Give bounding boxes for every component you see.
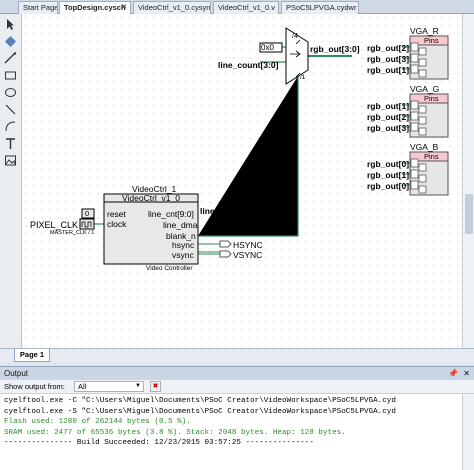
tab-label: PSoC5LPVGA.cydwr <box>286 3 357 12</box>
component-icon[interactable] <box>4 35 17 48</box>
port-row: rgb_out[1] <box>367 65 410 75</box>
clear-output-button[interactable]: ✖ <box>150 381 161 392</box>
net-vsync: VSYNC <box>233 250 263 260</box>
mux-output-net: rgb_out[3:0] <box>310 44 360 54</box>
output-line: cyelftool.exe -C "C:\Users\Miguel\Docume… <box>4 397 396 405</box>
port-row: rgb_out[2] <box>367 112 410 122</box>
psoc-creator-window: Start Page TopDesign.cysch ✕ VideoCtrl_v1… <box>0 0 474 470</box>
mux-block[interactable] <box>264 28 286 84</box>
output-panel-title-bar: Output 📌 ✕ <box>0 366 474 380</box>
port-title: VGA_R <box>410 26 439 36</box>
pin-clock: clock <box>107 219 127 229</box>
port-header: Pins <box>424 36 439 45</box>
tab-psoc5lpvga-cydwr[interactable]: PSoC5LPVGA.cydwr <box>281 1 359 14</box>
line-icon[interactable] <box>4 103 17 116</box>
close-icon[interactable]: ✕ <box>463 367 470 380</box>
output-text[interactable]: cyelftool.exe -C "C:\Users\Miguel\Docume… <box>0 394 462 470</box>
tab-page-1[interactable]: Page 1 <box>14 349 50 362</box>
pointer-icon[interactable] <box>4 18 17 31</box>
port-header: Pins <box>424 94 439 103</box>
port-row: rgb_out[0] <box>367 159 410 169</box>
port-header: Pins <box>424 152 439 161</box>
clock-label: PIXEL_CLK <box>30 220 79 230</box>
component-footer: Video Controller <box>146 265 193 272</box>
document-tab-strip: Start Page TopDesign.cysch ✕ VideoCtrl_v1… <box>0 0 474 15</box>
port-row: rgb_out[3] <box>367 54 410 64</box>
pin-line-dma: line_dma <box>163 220 198 230</box>
pin-reset: reset <box>107 209 126 219</box>
output-title: Output <box>4 369 29 378</box>
show-output-value: All <box>78 382 87 391</box>
tab-label: TopDesign.cysch <box>64 3 126 12</box>
port-row: rgb_out[1] <box>367 101 410 111</box>
chevron-down-icon: ▼ <box>135 383 141 389</box>
output-toolbar: Show output from: All ▼ ✖ <box>0 380 474 394</box>
pin-icon[interactable]: 📌 <box>448 367 458 380</box>
reset-constant: 0 <box>85 209 90 218</box>
pin-vsync: vsync <box>172 250 194 260</box>
mux-bus-width: /1 <box>300 74 306 81</box>
tab-label: VideoCtrl_v1_0.v <box>218 3 275 12</box>
pin-hsync: hsync <box>172 240 195 250</box>
port-title: VGA_G <box>410 84 440 94</box>
page-tab-bar: Page 1 <box>0 348 474 362</box>
ellipse-icon[interactable] <box>4 86 17 99</box>
tab-videoctrl-v[interactable]: VideoCtrl_v1_0.v <box>213 1 279 14</box>
show-output-label: Show output from: <box>4 382 65 391</box>
tab-topdesign[interactable]: TopDesign.cysch ✕ <box>59 1 131 15</box>
component-type: VideoCtrl_v1_0 <box>122 193 180 203</box>
tab-videoctrl-cysym[interactable]: VideoCtrl_v1_0.cysym <box>133 1 211 14</box>
scrollbar-thumb[interactable] <box>465 194 473 234</box>
mux-width-label: /4 <box>292 33 298 40</box>
rectangle-icon[interactable] <box>4 69 17 82</box>
canvas-vertical-scrollbar[interactable] <box>462 14 474 348</box>
text-icon[interactable] <box>4 137 17 150</box>
port-row: rgb_out[2] <box>367 43 410 53</box>
output-line: Flash used: 1280 of 262144 bytes (0.5 %)… <box>4 418 191 426</box>
tab-label: Start Page <box>23 3 58 12</box>
port-row: rgb_out[3] <box>367 123 410 133</box>
show-output-select[interactable]: All ▼ <box>74 381 144 392</box>
image-icon[interactable] <box>4 154 17 167</box>
output-line: SRAM used: 2477 of 65536 bytes (3.8 %). … <box>4 428 346 437</box>
output-vertical-scrollbar[interactable] <box>462 394 474 470</box>
port-row: rgb_out[0] <box>367 181 410 191</box>
arc-icon[interactable] <box>4 120 17 133</box>
clock-sub-label: MASTER_CLK / 1 <box>50 230 95 236</box>
drawing-toolbar <box>0 14 22 348</box>
pin-line-cnt: line_cnt[9:0] <box>148 209 194 219</box>
tab-start-page[interactable]: Start Page <box>18 1 58 14</box>
close-icon[interactable]: ✕ <box>121 2 127 14</box>
port-title: VGA_B <box>410 142 439 152</box>
net-line-count: line_count[9:0] <box>200 206 261 216</box>
schematic-canvas[interactable]: 0x0 /4 rgb_out[3:0] line_count[3:0] /1 V… <box>22 14 462 348</box>
tab-label: VideoCtrl_v1_0.cysym <box>138 3 211 12</box>
output-line: cyelftool.exe -S "C:\Users\Miguel\Docume… <box>4 407 396 416</box>
pixel-clock-symbol[interactable] <box>80 219 94 229</box>
wire-icon[interactable] <box>4 52 17 65</box>
port-row: rgb_out[1] <box>367 170 410 180</box>
net-hsync: HSYNC <box>233 240 263 250</box>
output-line: --------------- Build Succeeded: 12/23/2… <box>4 439 314 447</box>
